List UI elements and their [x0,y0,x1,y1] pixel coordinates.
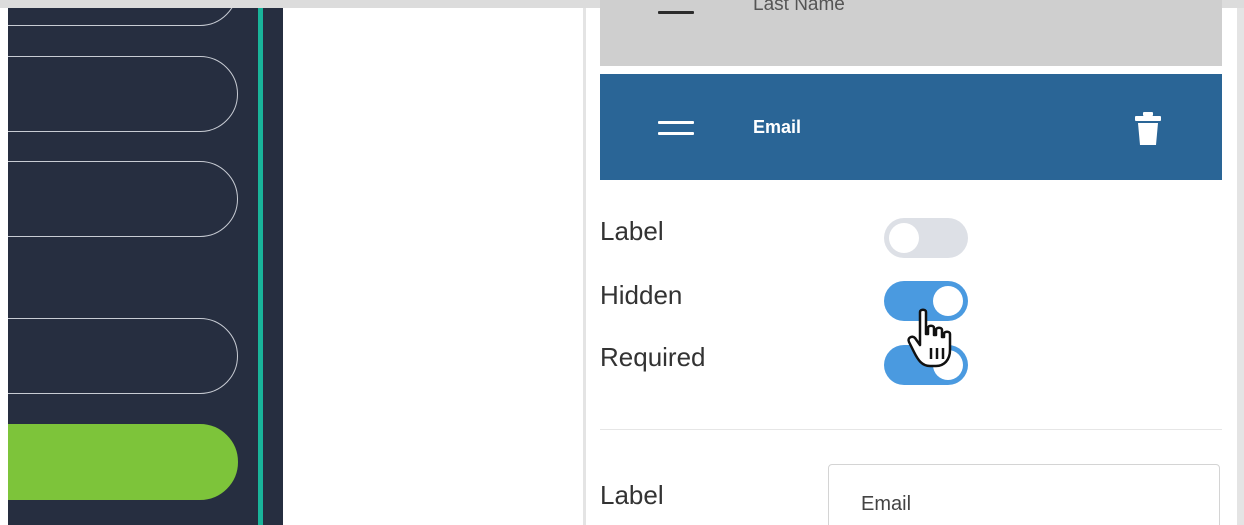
sidebar-nav-item-3[interactable] [8,161,238,237]
trash-icon[interactable] [1134,112,1162,146]
sidebar [8,8,258,525]
drag-handle-icon[interactable] [658,121,694,135]
form-field-label: Email [753,117,802,137]
field-settings-panel: Last Name Email Label Hidden Required La… [586,0,1244,525]
property-label-caption: Label [600,480,664,510]
sidebar-nav-item-active[interactable] [8,424,238,500]
sidebar-nav-item-2[interactable] [8,56,238,132]
hand-pointer-icon [907,308,952,368]
form-field-row-email[interactable]: Email [600,74,1222,180]
sidebar-nav-item-1[interactable] [8,8,238,26]
drag-handle-icon[interactable] [658,11,694,15]
option-label-required: Required [600,342,706,372]
form-field-label: Last Name [753,0,845,15]
app-frame: Last Name Email Label Hidden Required La… [0,0,1244,525]
label-text-input[interactable]: Email [828,464,1220,525]
label-toggle[interactable] [884,218,968,258]
section-divider [600,429,1222,430]
canvas-area [283,8,583,525]
sidebar-nav-item-4[interactable] [8,318,238,394]
toggle-knob [889,223,919,253]
option-label-hidden: Hidden [600,280,683,310]
sidebar-edge [263,8,283,525]
option-label-label: Label [600,216,664,246]
form-field-row-last-name[interactable]: Last Name [600,0,1222,66]
panel-right-border [1237,8,1244,525]
